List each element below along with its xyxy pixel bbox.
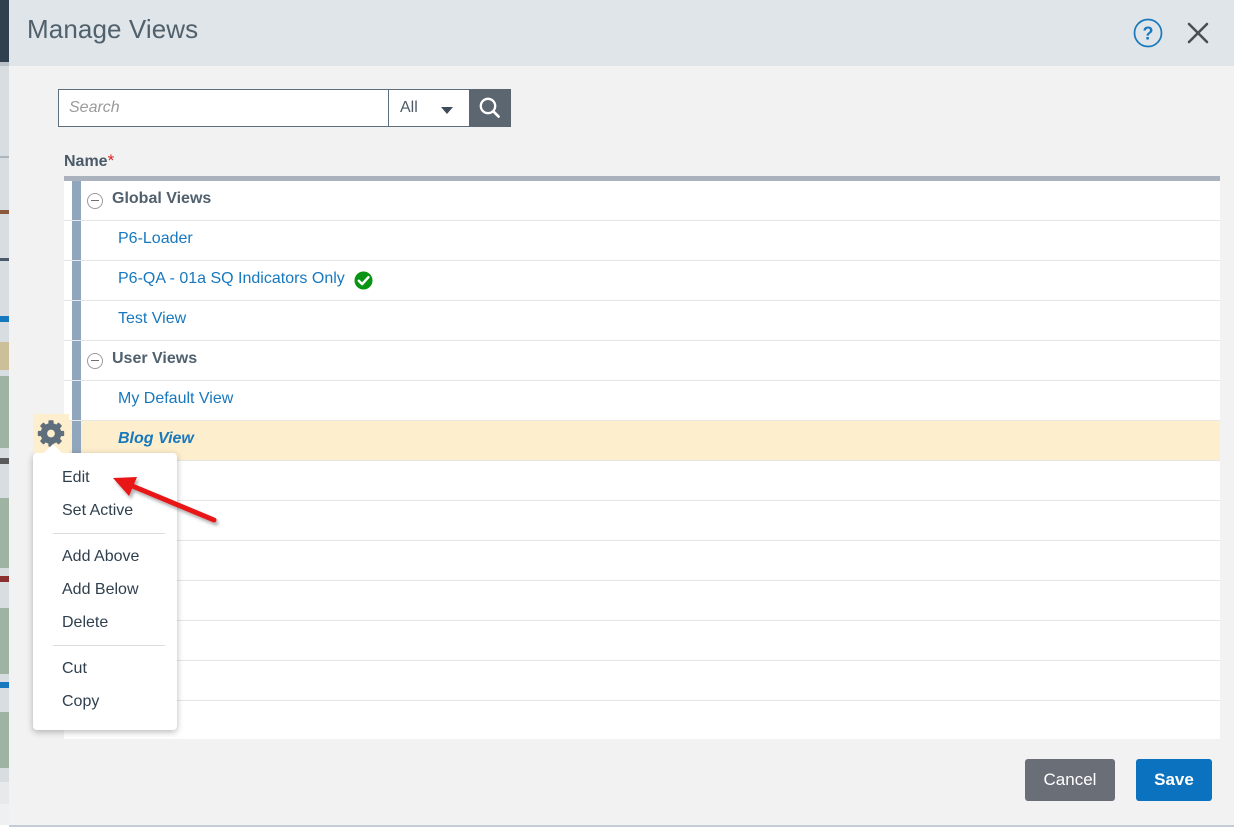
menu-item-delete[interactable]: Delete — [33, 606, 177, 639]
search-button[interactable] — [469, 89, 511, 127]
view-row-label[interactable]: Blog View — [118, 430, 194, 448]
menu-item-edit[interactable]: Edit — [33, 461, 177, 494]
chevron-down-icon — [441, 107, 453, 114]
row-indent-bar — [72, 341, 81, 380]
views-grid: Global Views P6-Loader P6-QA - 01a SQ Indi… — [64, 181, 1220, 714]
search-input[interactable] — [58, 89, 388, 127]
menu-separator — [53, 645, 165, 646]
menu-item-set-active[interactable]: Set Active — [33, 494, 177, 527]
table-row — [64, 621, 1220, 661]
table-row — [64, 501, 1220, 541]
view-row-label[interactable]: P6-QA - 01a SQ Indicators Only — [118, 270, 345, 288]
dialog-titlebar: Manage Views ? — [9, 0, 1234, 66]
column-header-name: Name* — [64, 151, 114, 171]
table-row[interactable]: Test View — [64, 301, 1220, 341]
menu-item-add-below[interactable]: Add Below — [33, 573, 177, 606]
dialog-body: All Name* Global Views P6-Loader P6-QA - 0… — [9, 66, 1234, 739]
search-scope-value: All — [400, 99, 418, 117]
table-row[interactable]: Blog View — [64, 421, 1220, 461]
table-row — [64, 541, 1220, 581]
table-row — [64, 661, 1220, 701]
view-row-label[interactable]: Test View — [118, 310, 186, 328]
table-row[interactable]: P6-QA - 01a SQ Indicators Only — [64, 261, 1220, 301]
column-header-label: Name — [64, 153, 108, 170]
view-row-label[interactable]: My Default View — [118, 390, 233, 408]
row-indent-bar — [72, 381, 81, 420]
table-row[interactable]: Global Views — [64, 181, 1220, 221]
group-row-label: User Views — [112, 350, 197, 368]
required-asterisk: * — [108, 151, 115, 170]
table-row — [64, 461, 1220, 501]
dialog-footer: Cancel Save — [9, 739, 1234, 825]
close-icon[interactable] — [1181, 16, 1215, 50]
row-indent-bar — [72, 181, 81, 220]
table-row[interactable]: My Default View — [64, 381, 1220, 421]
active-view-check-icon — [354, 271, 373, 290]
page-title: Manage Views — [27, 14, 198, 45]
menu-item-add-above[interactable]: Add Above — [33, 540, 177, 573]
manage-views-dialog: Manage Views ? All — [9, 0, 1234, 827]
table-row[interactable]: P6-Loader — [64, 221, 1220, 261]
cancel-button[interactable]: Cancel — [1025, 759, 1115, 801]
row-indent-bar — [72, 261, 81, 300]
table-row — [64, 701, 1220, 740]
save-button[interactable]: Save — [1136, 759, 1212, 801]
table-row — [64, 581, 1220, 621]
menu-item-cut[interactable]: Cut — [33, 652, 177, 685]
collapse-minus-icon[interactable] — [87, 193, 103, 209]
context-menu-notch — [40, 444, 66, 457]
group-row-label: Global Views — [112, 190, 211, 208]
row-indent-bar — [72, 221, 81, 260]
search-scope-select[interactable]: All — [388, 89, 469, 127]
view-row-label[interactable]: P6-Loader — [118, 230, 193, 248]
collapse-minus-icon[interactable] — [87, 353, 103, 369]
row-indent-bar — [72, 301, 81, 340]
background-page-sliver — [0, 0, 9, 825]
table-row[interactable]: User Views — [64, 341, 1220, 381]
menu-item-copy[interactable]: Copy — [33, 685, 177, 718]
search-icon — [470, 113, 510, 130]
help-circle-icon[interactable]: ? — [1131, 16, 1165, 50]
row-context-menu: EditSet Active Add AboveAdd BelowDelete Cu… — [33, 453, 177, 730]
svg-text:?: ? — [1143, 24, 1154, 44]
menu-separator — [53, 533, 165, 534]
